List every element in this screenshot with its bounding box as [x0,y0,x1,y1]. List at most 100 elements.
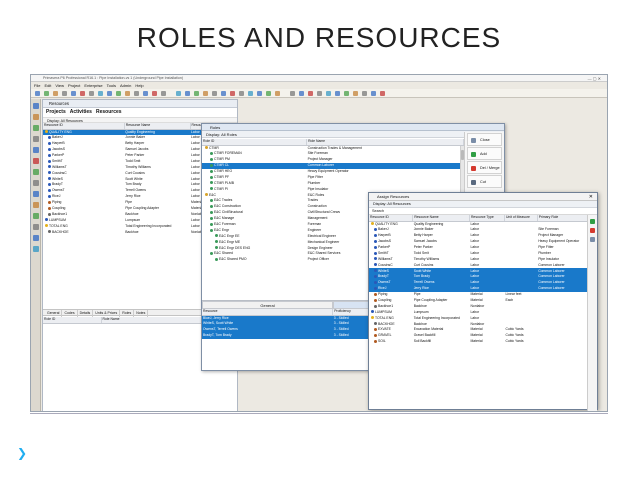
assign-icon[interactable] [590,219,595,224]
menu-item[interactable]: Tools [107,83,116,88]
directory-icon[interactable] [33,213,39,219]
toolbar-icon[interactable] [98,91,103,96]
resource-id: ParkerP [378,245,391,249]
resource-id-cell: BACKHOE [43,229,124,235]
menu-item[interactable]: Enterprise [84,83,102,88]
toolbar-icon[interactable] [89,91,94,96]
toolbar-icon[interactable] [134,91,139,96]
detail-tab[interactable]: Roles [120,310,135,317]
directory-icon[interactable] [33,191,39,197]
menu-item[interactable]: Help [135,83,143,88]
app-title: Primavera P6 Professional R16.1 : Pipe I… [43,76,184,80]
directory-icon[interactable] [33,103,39,109]
column-header[interactable]: Role Name [101,317,218,324]
column-header[interactable]: Role ID [43,317,102,324]
directory-icon[interactable] [33,235,39,241]
menu-item[interactable]: Edit [44,83,51,88]
toolbar-icon[interactable] [239,91,244,96]
button-close[interactable]: Close [467,133,502,146]
directory-icon[interactable] [33,180,39,186]
close-icon[interactable]: ✕ [589,193,593,201]
detail-tab[interactable]: Details [78,310,94,317]
resource-id: BACKHOE [378,321,395,326]
tab-projects[interactable]: Projects [46,109,66,115]
directory-icon[interactable] [33,147,39,153]
subtab-general[interactable]: General [202,301,333,309]
toolbar-icon[interactable] [107,91,112,96]
toolbar-icon[interactable] [35,91,40,96]
menu-item[interactable]: File [34,83,40,88]
window-controls[interactable]: — ▢ ✕ [588,75,601,82]
directory-icon[interactable] [33,202,39,208]
directory-icon[interactable] [33,246,39,252]
detail-tab[interactable]: General [45,310,63,317]
directory-icon[interactable] [33,136,39,142]
toolbar-icon[interactable] [371,91,376,96]
button-delete[interactable]: Del / Merge [467,161,502,174]
roles-display-filter[interactable]: Display: All Roles [202,131,504,138]
detail-tab[interactable]: Units & Prices [93,310,121,317]
toolbar-icon[interactable] [116,91,121,96]
directory-icon[interactable] [33,158,39,164]
detail-tab[interactable]: Codes [62,310,78,317]
detail-tab[interactable]: Notes [134,310,149,317]
toolbar-icon[interactable] [212,91,217,96]
resource-icon [48,147,51,151]
toolbar-icon[interactable] [203,91,208,96]
toolbar-icon[interactable] [80,91,85,96]
toolbar-icon[interactable] [317,91,322,96]
toolbar-icon[interactable] [152,91,157,96]
assign-resource-row[interactable]: SOIL Soil Backfill Material Cubic Yards [369,339,588,345]
assign-search-field[interactable]: Search [369,208,597,215]
toolbar-icon[interactable] [185,91,190,96]
resource-icon [48,230,51,234]
toolbar-icon[interactable] [221,91,226,96]
role-icon [210,199,213,203]
toolbar-icon[interactable] [362,91,367,96]
role-id: E&C Engr [214,227,230,232]
toolbar-icon[interactable] [230,91,235,96]
toolbar-icon[interactable] [143,91,148,96]
tab-resources[interactable]: Resources [96,109,122,115]
role-id: CTMR HEO [214,169,233,173]
directory-icon[interactable] [33,224,39,230]
toolbar-icon[interactable] [62,91,67,96]
close-icon[interactable] [590,237,595,242]
toolbar-icon[interactable] [353,91,358,96]
toolbar-icon[interactable] [71,91,76,96]
toolbar-icon[interactable] [290,91,295,96]
toolbar-icon[interactable] [161,91,166,96]
toolbar-icon[interactable] [308,91,313,96]
toolbar-icon[interactable] [176,91,181,96]
toolbar-icon[interactable] [299,91,304,96]
toolbar-icon[interactable] [335,91,340,96]
directory-icon[interactable] [33,114,39,120]
button-cut[interactable]: Cut [467,175,502,188]
menu-item[interactable]: View [55,83,64,88]
role-icon [210,222,213,226]
menu-item[interactable]: Admin [120,83,131,88]
toolbar-icon[interactable] [125,91,130,96]
role-id: CTMR FOREMAN [214,151,242,156]
assign-display-filter[interactable]: Display: All Resources [369,201,597,208]
tab-activities[interactable]: Activities [70,109,92,115]
toolbar-icon[interactable] [44,91,49,96]
menu-item[interactable]: Project [68,83,80,88]
toolbar-icon[interactable] [248,91,253,96]
toolbar-icon[interactable] [326,91,331,96]
toolbar-icon[interactable] [266,91,271,96]
directory-icon[interactable] [33,125,39,131]
toolbar-icon[interactable] [194,91,199,96]
remove-icon[interactable] [590,228,595,233]
toolbar-icon[interactable] [380,91,385,96]
button-add[interactable]: Add [467,147,502,160]
toolbar-icon[interactable] [53,91,58,96]
directory-icon[interactable] [33,169,39,175]
toolbar-icon[interactable] [344,91,349,96]
role-id: E&C Engr EE [219,233,240,238]
toolbar-icon[interactable] [275,91,280,96]
resource-icon [48,153,51,157]
resource-icon [374,280,377,284]
resource-name: Soil Backfill [413,339,432,344]
toolbar-icon[interactable] [257,91,262,96]
